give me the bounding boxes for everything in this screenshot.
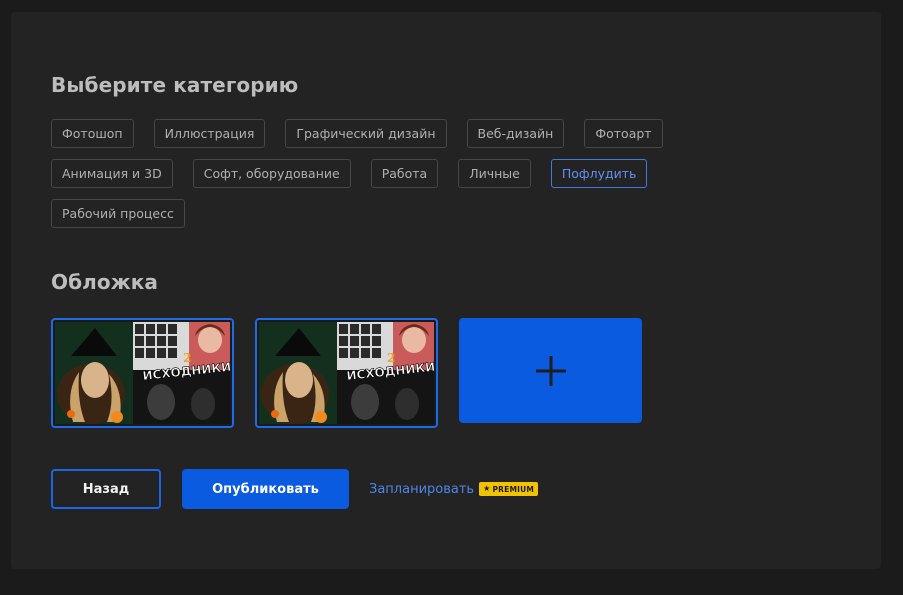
category-chip-row: Рабочий процесс: [51, 199, 851, 228]
schedule-link[interactable]: Запланировать ★ PREMIUM: [369, 481, 539, 497]
back-button[interactable]: Назад: [51, 469, 161, 509]
premium-badge: ★ PREMIUM: [479, 482, 539, 496]
category-chip-personal[interactable]: Личные: [458, 159, 531, 188]
category-chip-work[interactable]: Работа: [370, 159, 439, 188]
plus-icon: [535, 355, 566, 386]
cover-thumbnail-badge: 2: [387, 351, 395, 365]
category-chip-software-hardware[interactable]: Софт, оборудование: [192, 159, 351, 188]
category-chip-row: Фотошоп Иллюстрация Графический дизайн В…: [51, 119, 851, 148]
star-icon: ★: [483, 484, 491, 493]
category-section-title: Выберите категорию: [51, 73, 299, 97]
publish-settings-panel: Выберите категорию Фотошоп Иллюстрация Г…: [11, 12, 881, 569]
category-chip-row: Анимация и 3D Софт, оборудование Работа …: [51, 159, 851, 188]
premium-label: PREMIUM: [492, 484, 535, 494]
cover-thumbnail-badge: 2: [183, 351, 191, 365]
cover-thumbnail[interactable]: ИСХОДНИКИ 2: [255, 318, 438, 428]
cover-thumbnail-image: ИСХОДНИКИ 2: [259, 322, 434, 424]
cover-thumbnail[interactable]: ИСХОДНИКИ 2: [51, 318, 234, 428]
add-cover-button[interactable]: [459, 318, 642, 423]
cover-thumbnail-image: ИСХОДНИКИ 2: [55, 322, 230, 424]
category-chip-photoshop[interactable]: Фотошоп: [51, 119, 134, 148]
category-chip-offtopic-selected[interactable]: Пофлудить: [550, 159, 648, 188]
category-chip-photoart[interactable]: Фотоарт: [584, 119, 663, 148]
category-chip-workflow[interactable]: Рабочий процесс: [51, 199, 185, 228]
category-chip-illustration[interactable]: Иллюстрация: [153, 119, 266, 148]
form-actions: Назад Опубликовать Запланировать ★ PREMI…: [51, 469, 539, 509]
publish-button[interactable]: Опубликовать: [182, 469, 349, 509]
category-chip-web-design[interactable]: Веб-дизайн: [466, 119, 565, 148]
category-chip-graphic-design[interactable]: Графический дизайн: [285, 119, 447, 148]
category-chip-list: Фотошоп Иллюстрация Графический дизайн В…: [51, 119, 851, 239]
cover-thumbnail-list: ИСХОДНИКИ 2 ИСХОДНИКИ 2: [51, 318, 642, 428]
cover-section-title: Обложка: [51, 270, 159, 294]
schedule-label: Запланировать: [369, 481, 475, 497]
category-chip-animation-3d[interactable]: Анимация и 3D: [51, 159, 173, 188]
